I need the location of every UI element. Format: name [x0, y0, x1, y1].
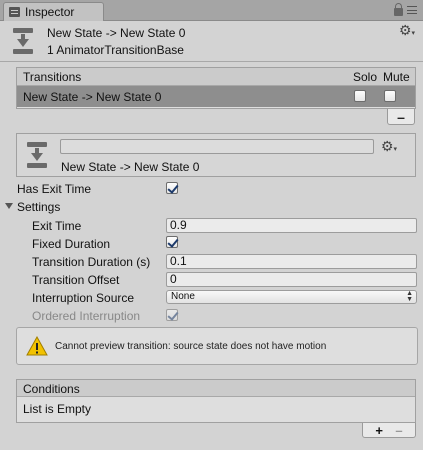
updown-arrow-icon: ▲ ▼ [406, 290, 413, 303]
conditions-footer: + – [362, 423, 416, 438]
conditions-header: Conditions [17, 380, 415, 397]
warning-helpbox: Cannot preview transition: source state … [16, 327, 418, 365]
exit-time-field[interactable]: 0.9 [166, 218, 417, 233]
inspector-icon [9, 7, 20, 17]
interruption-source-dropdown[interactable]: None ▲ ▼ [166, 290, 417, 304]
ordered-interruption-checkbox [166, 309, 178, 321]
interruption-source-value: None [171, 291, 195, 302]
inspector-header: New State -> New State 0 1 AnimatorTrans… [0, 21, 423, 61]
exit-time-label: Exit Time [32, 219, 82, 233]
transitions-list: Transitions Solo Mute New State -> New S… [16, 67, 416, 109]
transitions-list-header: Transitions Solo Mute [17, 68, 415, 86]
transition-detail-label: New State -> New State 0 [61, 160, 200, 174]
transition-duration-label: Transition Duration (s) [32, 255, 151, 269]
ordered-interruption-label: Ordered Interruption [32, 309, 141, 323]
transition-row-label: New State -> New State 0 [23, 90, 162, 104]
header-subtitle: 1 AnimatorTransitionBase [47, 43, 184, 57]
settings-foldout[interactable]: Settings [17, 200, 60, 214]
solo-column-label: Solo [353, 70, 378, 84]
conditions-header-label: Conditions [23, 382, 80, 396]
tab-bar: Inspector [0, 0, 423, 21]
list-item[interactable]: New State -> New State 0 [17, 86, 415, 107]
remove-condition-button[interactable]: – [395, 423, 402, 438]
transition-duration-field[interactable]: 0.1 [166, 254, 417, 269]
tab-controls [394, 3, 417, 16]
settings-foldout-arrow-icon[interactable] [5, 203, 13, 209]
header-title: New State -> New State 0 [47, 26, 186, 40]
transition-icon [27, 142, 47, 168]
transition-detail-header: ⚙▾ New State -> New State 0 [16, 133, 416, 177]
menu-icon[interactable] [407, 5, 417, 15]
gear-icon[interactable]: ⚙▾ [381, 139, 397, 153]
interruption-source-label: Interruption Source [32, 291, 135, 305]
tab-label: Inspector [25, 5, 75, 19]
warning-icon [26, 336, 48, 356]
has-exit-time-checkbox[interactable] [166, 182, 178, 194]
divider [0, 61, 423, 62]
mute-column-label: Mute [383, 70, 410, 84]
transitions-header-label: Transitions [23, 70, 82, 84]
has-exit-time-label: Has Exit Time [17, 182, 92, 196]
warning-text: Cannot preview transition: source state … [55, 341, 327, 352]
lock-icon[interactable] [394, 3, 403, 16]
gear-icon[interactable]: ⚙▾ [399, 23, 415, 37]
transition-offset-field[interactable]: 0 [166, 272, 417, 287]
transition-name-field[interactable] [60, 139, 374, 154]
mute-checkbox[interactable] [384, 90, 396, 102]
transition-offset-label: Transition Offset [32, 273, 120, 287]
tab-inspector[interactable]: Inspector [3, 2, 104, 21]
transition-icon [13, 28, 33, 54]
add-condition-button[interactable]: + [375, 423, 383, 438]
fixed-duration-checkbox[interactable] [166, 236, 178, 248]
solo-checkbox[interactable] [354, 90, 366, 102]
conditions-empty-label: List is Empty [23, 402, 92, 416]
conditions-list: Conditions List is Empty [16, 379, 416, 423]
remove-transition-button[interactable]: – [387, 109, 415, 125]
fixed-duration-label: Fixed Duration [32, 237, 111, 251]
